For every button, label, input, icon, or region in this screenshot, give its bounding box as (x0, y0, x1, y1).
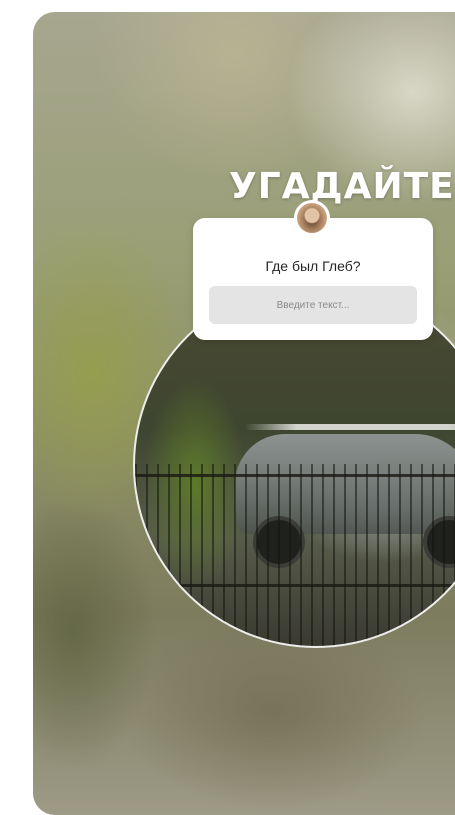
story-canvas: УГАДАЙТЕ (33, 12, 455, 815)
user-avatar-icon (294, 200, 330, 236)
photo-fence (135, 464, 455, 646)
photo-fence-rail (135, 474, 455, 477)
answer-input[interactable] (209, 286, 417, 324)
photo-fence-rail (135, 584, 455, 587)
question-sticker[interactable]: Где был Глеб? (193, 218, 433, 340)
photo-rail-highlight (245, 424, 455, 430)
question-text: Где был Глеб? (265, 258, 361, 274)
story-headline: УГАДАЙТЕ (229, 166, 455, 207)
